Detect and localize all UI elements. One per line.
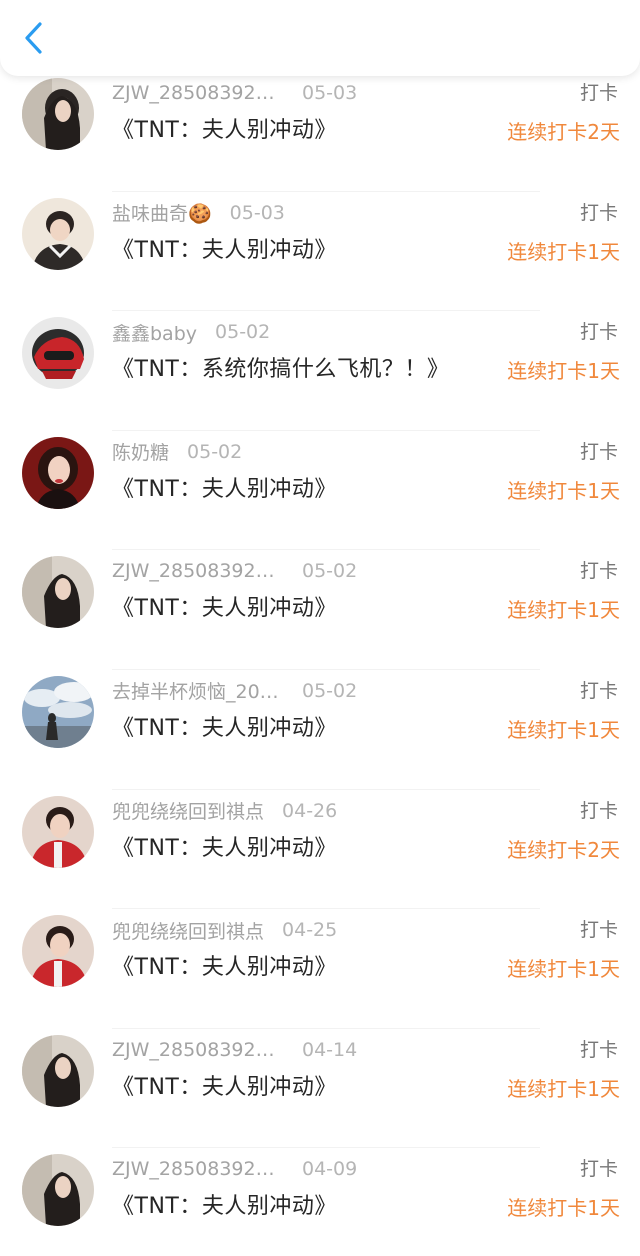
- list-item[interactable]: 去掉半杯烦恼_20… 05-02 《TNT：夫人别冲动》 打卡 连续打卡1天: [0, 670, 640, 790]
- checkin-date: 04-25: [282, 919, 338, 942]
- record-meta: 鑫鑫baby 05-02: [112, 317, 270, 347]
- avatar[interactable]: [22, 556, 94, 629]
- username[interactable]: 去掉半杯烦恼_20…: [112, 677, 302, 704]
- username[interactable]: 兜兜绕绕回到祺点: [112, 917, 264, 944]
- record-meta: ZJW_28508392… 04-09: [112, 1154, 357, 1184]
- checkin-date: 05-02: [302, 679, 358, 702]
- avatar[interactable]: [22, 78, 94, 150]
- list-item[interactable]: 兜兜绕绕回到祺点 04-26 《TNT：夫人别冲动》 打卡 连续打卡2天: [0, 790, 640, 910]
- checkin-date: 05-02: [187, 440, 243, 463]
- username[interactable]: 鑫鑫baby: [112, 319, 197, 346]
- checkin-label: 打卡: [579, 679, 618, 702]
- avatar[interactable]: [22, 1034, 94, 1107]
- book-title[interactable]: 《TNT：夫人别冲动》: [112, 590, 337, 622]
- back-button[interactable]: [14, 18, 54, 58]
- checkin-label: 打卡: [579, 919, 618, 942]
- username[interactable]: ZJW_28508392…: [112, 560, 302, 582]
- list-item[interactable]: 鑫鑫baby 05-02 《TNT：系统你搞什么飞机？！》 打卡 连续打卡1天: [0, 311, 640, 431]
- checkin-date: 04-26: [282, 799, 338, 822]
- avatar-man-red-jacket-icon: [22, 915, 94, 988]
- avatar-sky-clouds-icon: [22, 675, 94, 748]
- book-title[interactable]: 《TNT：夫人别冲动》: [112, 232, 337, 264]
- avatar-woman-red-icon: [22, 436, 94, 509]
- checkin-date: 05-03: [229, 201, 285, 224]
- record-meta: ZJW_28508392… 04-14: [112, 1035, 357, 1065]
- streak-label: 连续打卡1天: [507, 717, 620, 742]
- avatar-woman-dark-hair-icon: [22, 556, 94, 629]
- checkin-date: 04-09: [302, 1158, 358, 1181]
- checkin-date: 05-02: [215, 321, 271, 344]
- list-item[interactable]: ZJW_28508392… 04-09 《TNT：夫人别冲动》 打卡 连续打卡1…: [0, 1148, 640, 1256]
- checkin-label: 打卡: [579, 82, 618, 104]
- username[interactable]: ZJW_28508392…: [112, 1158, 302, 1180]
- username[interactable]: 兜兜绕绕回到祺点: [112, 797, 264, 824]
- streak-label: 连续打卡1天: [507, 598, 620, 623]
- avatar-woman-dark-hair-icon: [22, 78, 94, 150]
- list-item[interactable]: ZJW_28508392… 04-14 《TNT：夫人别冲动》 打卡 连续打卡1…: [0, 1029, 640, 1149]
- list-item[interactable]: ZJW_28508392… 05-02 《TNT：夫人别冲动》 打卡 连续打卡1…: [0, 550, 640, 670]
- book-title[interactable]: 《TNT：夫人别冲动》: [112, 949, 337, 981]
- avatar[interactable]: [22, 795, 94, 868]
- streak-label: 连续打卡1天: [507, 1076, 620, 1101]
- username[interactable]: 陈奶糖: [112, 438, 169, 465]
- record-meta: 去掉半杯烦恼_20… 05-02: [112, 676, 357, 706]
- book-title[interactable]: 《TNT：夫人别冲动》: [112, 710, 337, 742]
- avatar-woman-dark-hair-icon: [22, 1034, 94, 1107]
- avatar[interactable]: [22, 317, 94, 390]
- checkin-label: 打卡: [579, 560, 618, 583]
- checkin-record-list: ZJW_28508392… 05-03 《TNT：夫人别冲动》 打卡 连续打卡2…: [0, 72, 640, 1256]
- checkin-label: 打卡: [579, 799, 618, 822]
- chevron-left-icon: [25, 22, 42, 54]
- record-meta: ZJW_28508392… 05-02: [112, 556, 357, 586]
- streak-label: 连续打卡1天: [507, 239, 620, 264]
- streak-label: 连续打卡1天: [507, 1196, 620, 1221]
- checkin-label: 打卡: [579, 440, 618, 463]
- username[interactable]: 盐味曲奇🍪: [112, 199, 212, 226]
- list-item[interactable]: 兜兜绕绕回到祺点 04-25 《TNT：夫人别冲动》 打卡 连续打卡1天: [0, 909, 640, 1029]
- book-title[interactable]: 《TNT：夫人别冲动》: [112, 1069, 337, 1101]
- streak-label: 连续打卡1天: [507, 957, 620, 982]
- checkin-list-page: ZJW_28508392… 05-03 《TNT：夫人别冲动》 打卡 连续打卡2…: [0, 0, 640, 1256]
- record-meta: 陈奶糖 05-02: [112, 437, 242, 467]
- book-title[interactable]: 《TNT：夫人别冲动》: [112, 112, 337, 144]
- avatar[interactable]: [22, 436, 94, 509]
- book-title[interactable]: 《TNT：夫人别冲动》: [112, 830, 337, 862]
- checkin-label: 打卡: [579, 201, 618, 224]
- streak-label: 连续打卡1天: [507, 359, 620, 384]
- avatar-red-helmet-icon: [22, 317, 94, 390]
- list-item[interactable]: 盐味曲奇🍪 05-03 《TNT：夫人别冲动》 打卡 连续打卡1天: [0, 192, 640, 312]
- list-item[interactable]: 陈奶糖 05-02 《TNT：夫人别冲动》 打卡 连续打卡1天: [0, 431, 640, 551]
- record-meta: 兜兜绕绕回到祺点 04-26: [112, 796, 337, 826]
- username[interactable]: ZJW_28508392…: [112, 1039, 302, 1061]
- record-meta: ZJW_28508392… 05-03: [112, 78, 357, 108]
- top-nav-bar: [0, 0, 640, 76]
- list-item[interactable]: ZJW_28508392… 05-03 《TNT：夫人别冲动》 打卡 连续打卡2…: [0, 72, 640, 192]
- avatar-woman-dark-hair-icon: [22, 1154, 94, 1227]
- checkin-date: 05-02: [302, 560, 358, 583]
- checkin-label: 打卡: [579, 321, 618, 344]
- checkin-label: 打卡: [579, 1158, 618, 1181]
- streak-label: 连续打卡1天: [507, 478, 620, 503]
- record-meta: 兜兜绕绕回到祺点 04-25: [112, 915, 337, 945]
- streak-label: 连续打卡2天: [507, 837, 620, 862]
- avatar[interactable]: [22, 675, 94, 748]
- streak-label: 连续打卡2天: [507, 120, 620, 144]
- record-meta: 盐味曲奇🍪 05-03: [112, 198, 285, 228]
- avatar-young-man-icon: [22, 197, 94, 270]
- book-title[interactable]: 《TNT：夫人别冲动》: [112, 1188, 337, 1220]
- checkin-date: 05-03: [302, 82, 358, 104]
- avatar[interactable]: [22, 915, 94, 988]
- avatar[interactable]: [22, 197, 94, 270]
- avatar[interactable]: [22, 1154, 94, 1227]
- avatar-man-red-jacket-icon: [22, 795, 94, 868]
- username[interactable]: ZJW_28508392…: [112, 82, 302, 104]
- checkin-label: 打卡: [579, 1038, 618, 1061]
- book-title[interactable]: 《TNT：系统你搞什么飞机？！》: [112, 351, 449, 383]
- checkin-date: 04-14: [302, 1038, 358, 1061]
- book-title[interactable]: 《TNT：夫人别冲动》: [112, 471, 337, 503]
